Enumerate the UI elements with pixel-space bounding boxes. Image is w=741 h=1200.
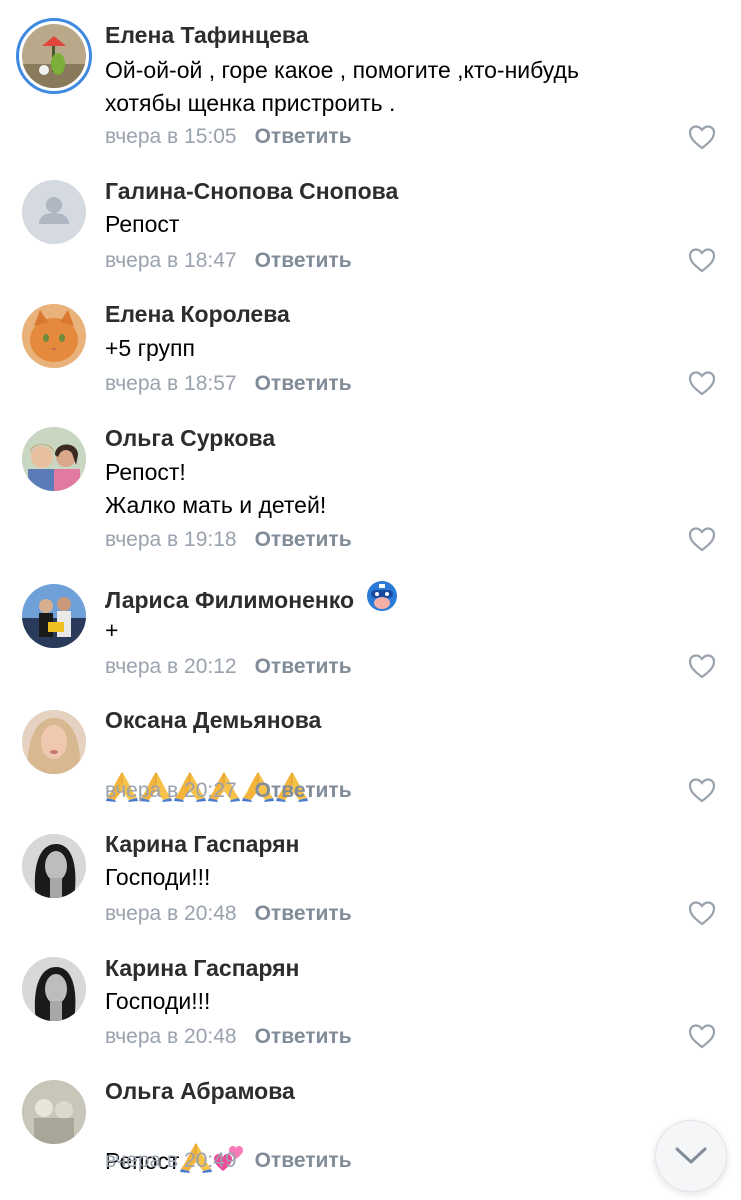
chevron-down-icon [675, 1147, 707, 1164]
comment-text: +5 групп [105, 335, 195, 361]
comment-time: вчера в 20:48 [105, 902, 237, 925]
reply-button[interactable]: Ответить [255, 779, 352, 802]
comment-time: вчера в 20:12 [105, 655, 237, 678]
comment-time: вчера в 18:57 [105, 372, 237, 395]
comment-text: Господи!!! [105, 988, 211, 1014]
comment-meta: вчера в 20:12 Ответить [105, 654, 352, 680]
comment-meta: вчера в 20:48 Ответить [105, 901, 352, 927]
superhero-mask-badge [367, 581, 398, 611]
heart-outline-icon[interactable] [688, 900, 716, 926]
avatar[interactable] [22, 304, 86, 368]
comment-meta: вчера в 18:57 Ответить [105, 371, 352, 397]
heart-outline-icon[interactable] [688, 777, 716, 803]
reply-button[interactable]: Ответить [255, 1025, 352, 1048]
comment-author[interactable]: Ольга Абрамова [105, 1077, 295, 1105]
comment-author[interactable]: Карина Гаспарян [105, 830, 299, 858]
reply-button[interactable]: Ответить [255, 655, 352, 678]
reply-button[interactable]: Ответить [255, 1149, 352, 1172]
avatar[interactable] [22, 584, 86, 648]
comment-time: вчера в 20:27 [105, 779, 237, 802]
comment-author[interactable]: Ольга Суркова [105, 424, 275, 452]
comment-text: Репост! Жалко мать и детей! [105, 459, 327, 518]
comment-author[interactable]: Елена Тафинцева [105, 21, 309, 49]
reply-button[interactable]: Ответить [255, 249, 352, 272]
comment-author[interactable]: Галина-Снопова Снопова [105, 177, 398, 205]
heart-outline-icon[interactable] [688, 247, 716, 273]
comment-author[interactable]: Оксана Демьянова [105, 706, 321, 734]
comment-author-name: Лариса Филимоненко [105, 587, 355, 613]
comment-time: вчера в 18:47 [105, 249, 237, 272]
avatar[interactable] [22, 710, 86, 774]
reply-button[interactable]: Ответить [255, 372, 352, 395]
avatar[interactable] [22, 834, 86, 898]
comment-text: + [105, 617, 119, 643]
comment-meta: вчера в 20:48 Ответить [105, 1024, 352, 1050]
comment-meta: вчера в 20:49 Ответить [105, 1148, 352, 1174]
avatar[interactable] [22, 427, 86, 491]
comment-meta: вчера в 19:18 Ответить [105, 527, 352, 553]
comment-text: Господи!!! [105, 864, 211, 890]
comment-meta: вчера в 20:27 Ответить [105, 778, 352, 804]
comments-feed: Елена Тафинцева Ой-ой-ой , горе какое , … [0, 0, 741, 1200]
avatar[interactable] [22, 957, 86, 1021]
heart-outline-icon[interactable] [688, 526, 716, 552]
comment-text: Ой-ой-ой , горе какое , помогите ,кто-ни… [105, 57, 579, 116]
comment-meta: вчера в 15:05 Ответить [105, 124, 352, 150]
reply-button[interactable]: Ответить [255, 125, 352, 148]
avatar[interactable] [22, 180, 86, 244]
comment-meta: вчера в 18:47 Ответить [105, 248, 352, 274]
comment-author[interactable]: Карина Гаспарян [105, 954, 299, 982]
scroll-down-button[interactable] [655, 1120, 727, 1192]
comment-author[interactable]: Елена Королева [105, 300, 290, 328]
comment-time: вчера в 19:18 [105, 528, 237, 551]
heart-outline-icon[interactable] [688, 1023, 716, 1049]
reply-button[interactable]: Ответить [255, 528, 352, 551]
heart-outline-icon[interactable] [688, 370, 716, 396]
avatar[interactable] [22, 1080, 86, 1144]
comment-time: вчера в 15:05 [105, 125, 237, 148]
avatar[interactable] [16, 18, 92, 94]
comment-time: вчера в 20:49 [105, 1149, 237, 1172]
comment-author[interactable]: Лариса Филимоненко [105, 580, 398, 614]
heart-outline-icon[interactable] [688, 124, 716, 150]
comment-time: вчера в 20:48 [105, 1025, 237, 1048]
reply-button[interactable]: Ответить [255, 902, 352, 925]
comment-text: Репост [105, 211, 180, 237]
heart-outline-icon[interactable] [688, 653, 716, 679]
